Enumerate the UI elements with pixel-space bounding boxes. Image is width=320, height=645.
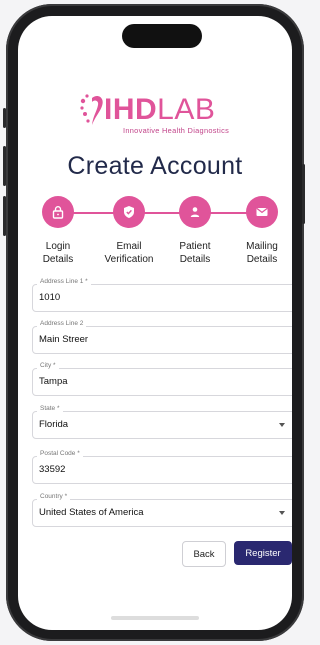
back-button[interactable]: Back — [182, 541, 226, 567]
state-select[interactable]: State * Florida — [32, 405, 292, 439]
heart-logo-icon — [80, 94, 103, 125]
step-label-line1: Email — [116, 241, 142, 252]
logo-ihd-text: IHD — [104, 93, 158, 126]
volume-up-button — [3, 146, 6, 186]
country-select[interactable]: Country * United States of America — [32, 493, 292, 527]
step-label-line2: Verification — [104, 254, 154, 265]
volume-down-button — [3, 196, 6, 236]
city-field[interactable]: City * Tampa — [32, 362, 292, 396]
mail-icon — [256, 207, 268, 216]
person-icon — [190, 207, 200, 217]
address-line-1-field[interactable]: Address Line 1 * 1010 — [32, 278, 292, 312]
postal-code-field[interactable]: Postal Code * 33592 — [32, 450, 292, 484]
city-label: City * — [37, 362, 59, 369]
step-label-line2: Details — [246, 254, 278, 265]
step-login-details[interactable] — [42, 196, 74, 228]
step-label-line1: Patient — [179, 241, 211, 252]
ihdlab-logo: IHDLAB Innovative Health Diagnostics — [78, 92, 248, 150]
power-button — [302, 164, 305, 224]
app-screen: IHDLAB Innovative Health Diagnostics Cre… — [18, 16, 292, 630]
country-label: Country * — [37, 493, 71, 500]
step-label-line2: Details — [179, 254, 211, 265]
state-label: State * — [37, 405, 63, 412]
address-line-2-field[interactable]: Address Line 2 Main Streer — [32, 320, 292, 354]
step-label-line2: Details — [42, 254, 74, 265]
postal-code-value: 33592 — [39, 464, 66, 475]
chevron-down-icon — [279, 511, 285, 515]
chevron-down-icon — [279, 423, 285, 427]
postal-code-label: Postal Code * — [37, 450, 83, 457]
lock-icon — [52, 206, 64, 219]
step-mailing-details[interactable] — [246, 196, 278, 228]
dynamic-island — [122, 24, 202, 48]
step-email-verification[interactable] — [113, 196, 145, 228]
register-button[interactable]: Register — [234, 541, 292, 565]
step-patient-details[interactable] — [179, 196, 211, 228]
logo-wordmark: IHDLAB — [104, 92, 215, 128]
stepper-connector — [48, 212, 270, 214]
logo-lab-text: LAB — [157, 93, 216, 126]
address-line-2-value: Main Streer — [39, 334, 89, 345]
city-value: Tampa — [39, 376, 68, 387]
step-label-patient-details: Patient Details — [165, 240, 225, 266]
address-line-2-label: Address Line 2 — [37, 320, 87, 327]
step-label-line1: Mailing — [246, 241, 278, 252]
logo-tagline: Innovative Health Diagnostics — [123, 126, 230, 135]
state-value: Florida — [39, 419, 69, 430]
step-label-mailing-details: Mailing Details — [232, 240, 292, 266]
step-label-email-verification: Email Verification — [99, 240, 159, 266]
silent-switch — [3, 108, 6, 128]
address-line-1-value: 1010 — [39, 292, 61, 303]
home-indicator — [111, 616, 199, 620]
step-label-login-details: Login Details — [28, 240, 88, 266]
shield-check-icon — [124, 206, 134, 218]
page-title: Create Account — [67, 152, 243, 180]
step-label-line1: Login — [45, 241, 71, 252]
country-value: United States of America — [39, 507, 144, 518]
address-line-1-label: Address Line 1 * — [37, 278, 91, 285]
